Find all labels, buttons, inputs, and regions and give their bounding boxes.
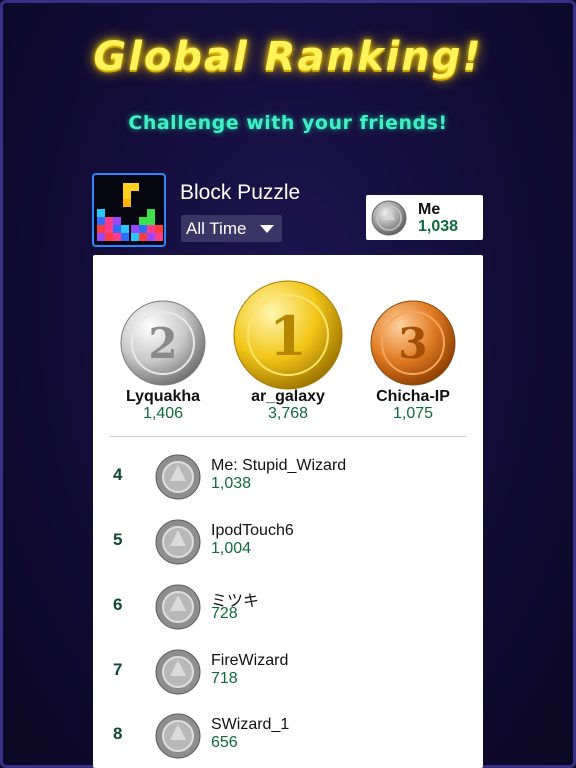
- divider: [110, 436, 466, 437]
- podium-3-name: Chicha-IP: [376, 388, 450, 405]
- podium-2-score: 1,406: [142, 405, 184, 422]
- my-rank-card[interactable]: Me 1,038: [366, 195, 483, 240]
- my-rank-score: 1,038: [418, 218, 459, 235]
- row-rank: 7: [113, 660, 123, 679]
- podium-2-name: Lyquakha: [125, 388, 201, 405]
- page-subtitle: Challenge with your friends!: [128, 112, 448, 134]
- podium-3-score: 1,075: [392, 405, 434, 422]
- default-avatar-icon: [155, 584, 201, 630]
- default-avatar-icon: [155, 649, 201, 695]
- svg-text:3: 3: [398, 319, 427, 368]
- leaderboard-panel[interactable]: 2 1 3 Lyquakha 1,406 ar_galaxy 3,768 Chi…: [93, 255, 483, 768]
- default-avatar-icon: [155, 519, 201, 565]
- row-name: Me: Stupid_Wizard: [211, 457, 347, 474]
- row-score: 656: [211, 734, 238, 751]
- svg-text:1: 1: [269, 304, 307, 368]
- default-avatar-icon: [371, 200, 407, 236]
- row-rank: 4: [113, 465, 123, 484]
- leaderboard-row[interactable]: 4 Me: Stupid_Wizard 1,038: [93, 448, 483, 508]
- row-name: IpodTouch6: [211, 522, 294, 539]
- row-name: SWizard_1: [211, 716, 290, 733]
- leaderboard-row[interactable]: 7 FireWizard 718: [93, 643, 483, 703]
- svg-text:2: 2: [148, 319, 177, 368]
- silver-medal-icon: 2: [120, 300, 206, 386]
- podium-1-name: ar_galaxy: [251, 388, 325, 405]
- row-score: 718: [211, 670, 238, 687]
- my-rank-label: Me: [418, 201, 441, 218]
- chevron-down-icon: [260, 225, 274, 233]
- leaderboard-row[interactable]: 6 ミツキ 728: [93, 578, 483, 638]
- row-rank: 6: [113, 595, 123, 614]
- block-puzzle-icon[interactable]: [92, 173, 166, 247]
- leaderboard-row[interactable]: 5 IpodTouch6 1,004: [93, 513, 483, 573]
- bronze-medal-icon: 3: [370, 300, 456, 386]
- row-score: 728: [211, 605, 238, 622]
- page-title: Global Ranking!: [93, 34, 483, 80]
- leaderboard-row[interactable]: 8 SWizard_1 656: [93, 707, 483, 767]
- period-dropdown[interactable]: All Time: [181, 215, 282, 242]
- row-score: 1,004: [211, 540, 252, 557]
- default-avatar-icon: [155, 713, 201, 759]
- row-name: FireWizard: [211, 652, 289, 669]
- row-score: 1,038: [211, 475, 252, 492]
- default-avatar-icon: [155, 454, 201, 500]
- game-title: Block Puzzle: [180, 181, 301, 204]
- row-rank: 8: [113, 724, 123, 743]
- period-dropdown-value: All Time: [186, 219, 247, 238]
- podium-1-score: 3,768: [267, 405, 309, 422]
- gold-medal-icon: 1: [233, 280, 343, 390]
- row-rank: 5: [113, 530, 123, 549]
